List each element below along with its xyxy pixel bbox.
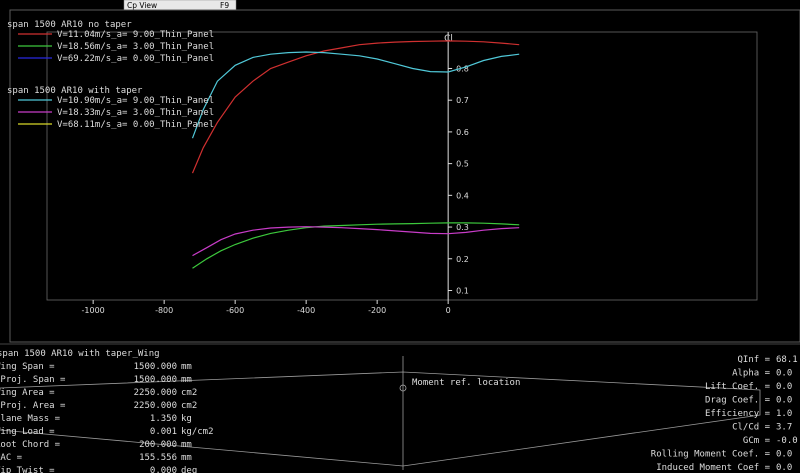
- property-unit: mm: [181, 375, 192, 385]
- legend-group-title: span 1500 AR10 no taper: [7, 20, 132, 30]
- y-axis-label: Cl: [444, 34, 453, 44]
- property-unit: mm: [181, 453, 192, 463]
- legend-entry: V=69.22m/s_a= 0.00_Thin_Panel: [57, 54, 214, 64]
- x-tick-label: -600: [226, 306, 244, 315]
- property-label: Wing Span =: [0, 362, 55, 372]
- coef-value: 3.7: [776, 423, 792, 433]
- coef-label: Induced Moment Coef =: [656, 463, 770, 473]
- property-label: xProj. Area =: [0, 401, 66, 411]
- x-tick-label: -800: [155, 306, 173, 315]
- y-tick-label: 0.5: [456, 160, 469, 169]
- legend-group-title: span 1500 AR10 with taper: [7, 86, 143, 96]
- property-label: Wing Area =: [0, 388, 55, 398]
- window-title: Cp View: [127, 1, 157, 10]
- property-value: 1500.000: [134, 375, 177, 385]
- property-label: Wing Load =: [0, 427, 55, 437]
- property-unit: cm2: [181, 388, 197, 398]
- x-tick-label: -400: [297, 306, 315, 315]
- y-tick-label: 0.1: [456, 286, 469, 295]
- coef-label: Drag Coef. =: [705, 396, 771, 406]
- coef-value: 0.0: [776, 450, 792, 460]
- property-unit: cm2: [181, 401, 197, 411]
- wing-planform: [0, 371, 761, 467]
- moment-ref-label: Moment ref. location: [412, 378, 520, 388]
- property-label: Plane Mass =: [0, 414, 61, 424]
- coef-value: 0.0: [776, 463, 792, 473]
- property-value: 1.350: [150, 414, 177, 424]
- wing-properties: span 1500 AR10 with taper_Wing Wing Span…: [0, 349, 214, 473]
- x-tick-label: -200: [368, 306, 386, 315]
- coef-value: -0.0: [776, 436, 798, 446]
- property-value: 2250.000: [134, 401, 177, 411]
- coef-value: 0.0: [776, 382, 792, 392]
- x-tick-label: -1000: [82, 306, 105, 315]
- property-unit: mm: [181, 440, 192, 450]
- legend-entry: V=11.04m/s_a= 9.00_Thin_Panel: [57, 30, 214, 40]
- property-label: Tip Twist =: [0, 466, 55, 473]
- coef-label: Rolling Moment Coef. =: [651, 450, 771, 460]
- y-tick-label: 0.7: [456, 96, 469, 105]
- property-label: Root Chord =: [0, 440, 61, 450]
- cp-view-window: Cp View F9 Cl0.10.20.30.40.50.60.70.8-10…: [0, 0, 800, 473]
- legend-entry: V=10.90m/s_a= 9.00_Thin_Panel: [57, 96, 214, 106]
- coef-label: GCm =: [743, 436, 771, 446]
- y-tick-label: 0.4: [456, 191, 469, 200]
- property-value: 155.556: [139, 453, 177, 463]
- property-unit: kg/cm2: [181, 427, 214, 437]
- coef-value: 0.0: [776, 396, 792, 406]
- coef-value: 1.0: [776, 409, 792, 419]
- coef-label: Efficiency =: [705, 409, 771, 419]
- coef-label: Alpha =: [732, 369, 771, 379]
- property-value: 200.000: [139, 440, 177, 450]
- legend-entry: V=18.33m/s_a= 3.00_Thin_Panel: [57, 108, 214, 118]
- property-unit: kg: [181, 414, 192, 424]
- property-value: 1500.000: [134, 362, 177, 372]
- property-label: xProj. Span =: [0, 375, 66, 385]
- wing-name: span 1500 AR10 with taper_Wing: [0, 349, 160, 359]
- legend-entry: V=68.11m/s_a= 0.00_Thin_Panel: [57, 120, 214, 130]
- property-label: MAC =: [0, 453, 23, 463]
- x-tick-label: 0: [446, 306, 451, 315]
- y-tick-label: 0.3: [456, 223, 469, 232]
- y-tick-label: 0.2: [456, 255, 469, 264]
- legend-entry: V=18.56m/s_a= 3.00_Thin_Panel: [57, 42, 214, 52]
- y-tick-label: 0.6: [456, 128, 469, 137]
- property-unit: deg: [181, 466, 197, 473]
- coef-label: QInf =: [737, 355, 770, 365]
- property-value: 0.001: [150, 427, 177, 437]
- window-shortcut: F9: [220, 1, 229, 10]
- aero-coefficients: QInf = 68.1 Alpha = 0.0 Lift Coef. = 0.0 Drag …: [651, 355, 798, 473]
- wing-view-panel: Moment ref. location: [0, 356, 761, 470]
- property-unit: mm: [181, 362, 192, 372]
- coef-value: 68.1: [776, 355, 798, 365]
- coef-value: 0.0: [776, 369, 792, 379]
- coef-label: Cl/Cd =: [732, 423, 771, 433]
- window-title-bar[interactable]: Cp View F9: [123, 0, 237, 11]
- coef-label: Lift Coef. =: [705, 382, 771, 392]
- property-value: 2250.000: [134, 388, 177, 398]
- property-value: 0.000: [150, 466, 177, 473]
